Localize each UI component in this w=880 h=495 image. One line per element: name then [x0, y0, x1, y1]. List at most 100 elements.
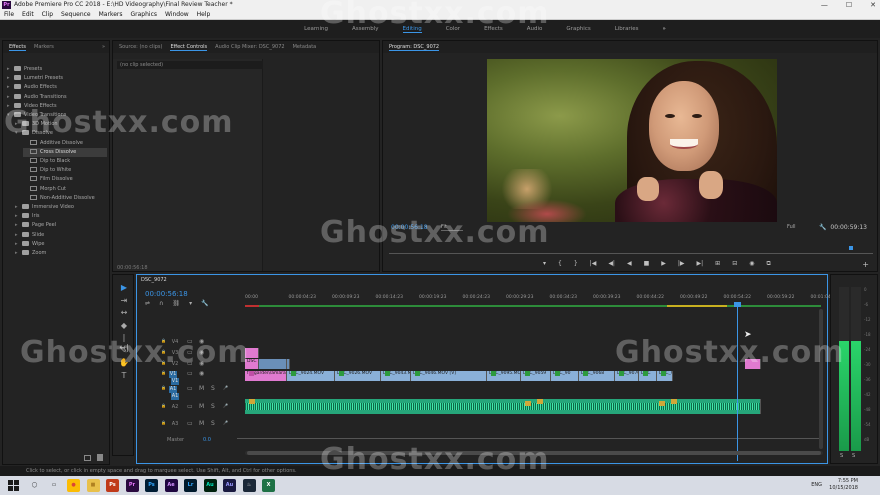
track-label[interactable]: A1 [171, 393, 179, 400]
video-frame[interactable] [487, 59, 777, 222]
track-label[interactable]: V2 [171, 361, 179, 368]
workspace-libraries[interactable]: Libraries [615, 26, 639, 32]
play-button[interactable]: ▶ [661, 260, 666, 268]
nest-icon[interactable]: ⇌ [145, 300, 150, 307]
effects-folder[interactable]: ▸ Iris [15, 212, 107, 221]
lock-icon[interactable]: 🔒 [161, 360, 166, 365]
playhead-line[interactable] [737, 303, 738, 461]
keyframe-icon[interactable] [659, 401, 665, 406]
effect-item[interactable]: Morph Cut [23, 185, 107, 194]
tab-markers[interactable]: Markers [34, 44, 54, 50]
sync-lock-icon[interactable]: ▭ [187, 349, 193, 356]
lock-icon[interactable]: 🔒 [161, 338, 166, 343]
timeline-scrollbar[interactable] [245, 451, 823, 455]
lock-icon[interactable]: 🔒 [161, 385, 166, 390]
lightroom-icon[interactable]: Lr [184, 479, 197, 492]
selection-tool-icon[interactable]: ▶ [119, 283, 129, 293]
workspace-color[interactable]: Color [446, 26, 460, 32]
sync-lock-icon[interactable]: ▭ [187, 338, 193, 345]
mute-button[interactable]: M [199, 403, 204, 410]
workspace-more-button[interactable]: » [662, 26, 665, 32]
effect-item[interactable]: Cross Dissolve [23, 147, 107, 157]
effect-item[interactable]: Dip to Black [23, 157, 107, 166]
audio-clip[interactable] [245, 399, 761, 414]
keyframe-icon[interactable] [671, 399, 677, 404]
sync-lock-icon[interactable]: ▭ [187, 370, 193, 377]
tab-effects[interactable]: Effects [9, 44, 26, 51]
track-label[interactable]: V4 [171, 339, 179, 346]
video-clip[interactable]: DSC [245, 359, 259, 369]
microphone-icon[interactable]: 🎤 [223, 420, 228, 425]
slip-tool-icon[interactable]: |↔| [119, 333, 129, 352]
microphone-icon[interactable]: 🎤 [223, 403, 228, 408]
workspace-effects[interactable]: Effects [484, 26, 503, 32]
workspace-learning[interactable]: Learning [304, 26, 328, 32]
video-clip[interactable]: DSC [639, 371, 657, 381]
menu-help[interactable]: Help [197, 10, 211, 19]
effects-folder[interactable]: ▸ Wipe [15, 240, 107, 249]
solo-left-button[interactable]: S [840, 453, 843, 459]
tab-audio-clip-mixer[interactable]: Audio Clip Mixer: DSC_9072 [215, 44, 284, 50]
solo-button[interactable]: S [211, 403, 215, 410]
solo-right-button[interactable]: S [852, 453, 855, 459]
menu-sequence[interactable]: Sequence [61, 10, 91, 19]
media-encoder-icon[interactable]: Au [223, 479, 236, 492]
video-clip[interactable] [259, 359, 287, 369]
track-label[interactable]: A3 [171, 421, 179, 428]
track-label[interactable]: V3 [171, 350, 179, 357]
effects-folder[interactable]: ▸ Audio Transitions [7, 93, 107, 102]
new-bin-icon[interactable] [84, 455, 91, 461]
menu-graphics[interactable]: Graphics [131, 10, 158, 19]
lock-icon[interactable]: 🔒 [161, 420, 166, 425]
timeline-settings-icon[interactable]: 🔧 [201, 300, 208, 307]
mute-button[interactable]: M [199, 420, 204, 427]
eye-icon[interactable]: ◉ [199, 360, 204, 367]
menu-edit[interactable]: Edit [22, 10, 34, 19]
file-explorer-icon[interactable]: ■ [86, 479, 100, 492]
effects-folder[interactable]: ▸ Immersive Video [15, 203, 107, 212]
type-tool-icon[interactable]: T [119, 371, 129, 381]
transition-clip[interactable] [745, 359, 761, 369]
sync-lock-icon[interactable]: ▭ [187, 360, 193, 367]
effects-folder[interactable]: ▸ Presets [7, 65, 107, 74]
panel-more-button[interactable]: » [102, 44, 105, 50]
program-playhead[interactable] [849, 246, 853, 250]
step-back-edit-button[interactable]: ◀| [608, 260, 615, 268]
tab-effect-controls[interactable]: Effect Controls [170, 44, 208, 51]
sync-lock-icon[interactable]: ▭ [187, 403, 193, 410]
effects-folder[interactable]: ▸ Video Effects [7, 102, 107, 111]
effect-controls-timecode[interactable]: 00:00:56:18 [117, 265, 148, 271]
tab-program[interactable]: Program: DSC_9072 [389, 44, 440, 51]
chrome-icon[interactable]: ● [67, 479, 80, 492]
menu-clip[interactable]: Clip [42, 10, 53, 19]
audition-icon[interactable]: Au [203, 479, 217, 492]
razor-tool-icon[interactable]: ◆ [119, 321, 129, 331]
sync-lock-icon[interactable]: ▭ [187, 385, 193, 392]
effects-folder[interactable]: ▸ Slide [15, 231, 107, 240]
linked-selection-icon[interactable]: ⛓ [172, 300, 180, 307]
timeline-vertical-scrollbar[interactable] [819, 309, 823, 449]
effects-folder[interactable]: ▾ Video Transitions [7, 111, 107, 120]
workspace-assembly[interactable]: Assembly [352, 26, 379, 32]
lift-button[interactable]: ⊞ [715, 260, 720, 268]
settings-wrench-icon[interactable]: 🔧 [819, 224, 826, 231]
workspace-editing[interactable]: Editing [402, 26, 422, 33]
stop-button[interactable]: ■ [644, 260, 650, 268]
eye-icon[interactable]: ◉ [199, 338, 204, 345]
track-select-tool-icon[interactable]: ⇥ [119, 296, 129, 306]
premiere-icon[interactable]: Pr [125, 479, 139, 492]
solo-button[interactable]: S [211, 420, 215, 427]
mute-button[interactable]: M [199, 385, 204, 392]
start-button[interactable] [8, 480, 19, 491]
lock-icon[interactable]: 🔒 [161, 370, 166, 375]
hand-tool-icon[interactable]: ✋ [119, 358, 129, 368]
steam-icon[interactable]: ♨ [242, 479, 256, 492]
step-back-button[interactable]: ◀ [627, 260, 632, 268]
menu-file[interactable]: File [4, 10, 14, 19]
language-indicator[interactable]: ENG [811, 482, 822, 488]
source-patch-button[interactable]: A1 [169, 386, 177, 393]
compare-button[interactable]: ⧉ [766, 260, 770, 268]
eye-icon[interactable]: ◉ [199, 349, 204, 356]
minimize-button[interactable]: — [821, 0, 828, 10]
go-to-out-button[interactable]: ▶| [697, 260, 704, 268]
